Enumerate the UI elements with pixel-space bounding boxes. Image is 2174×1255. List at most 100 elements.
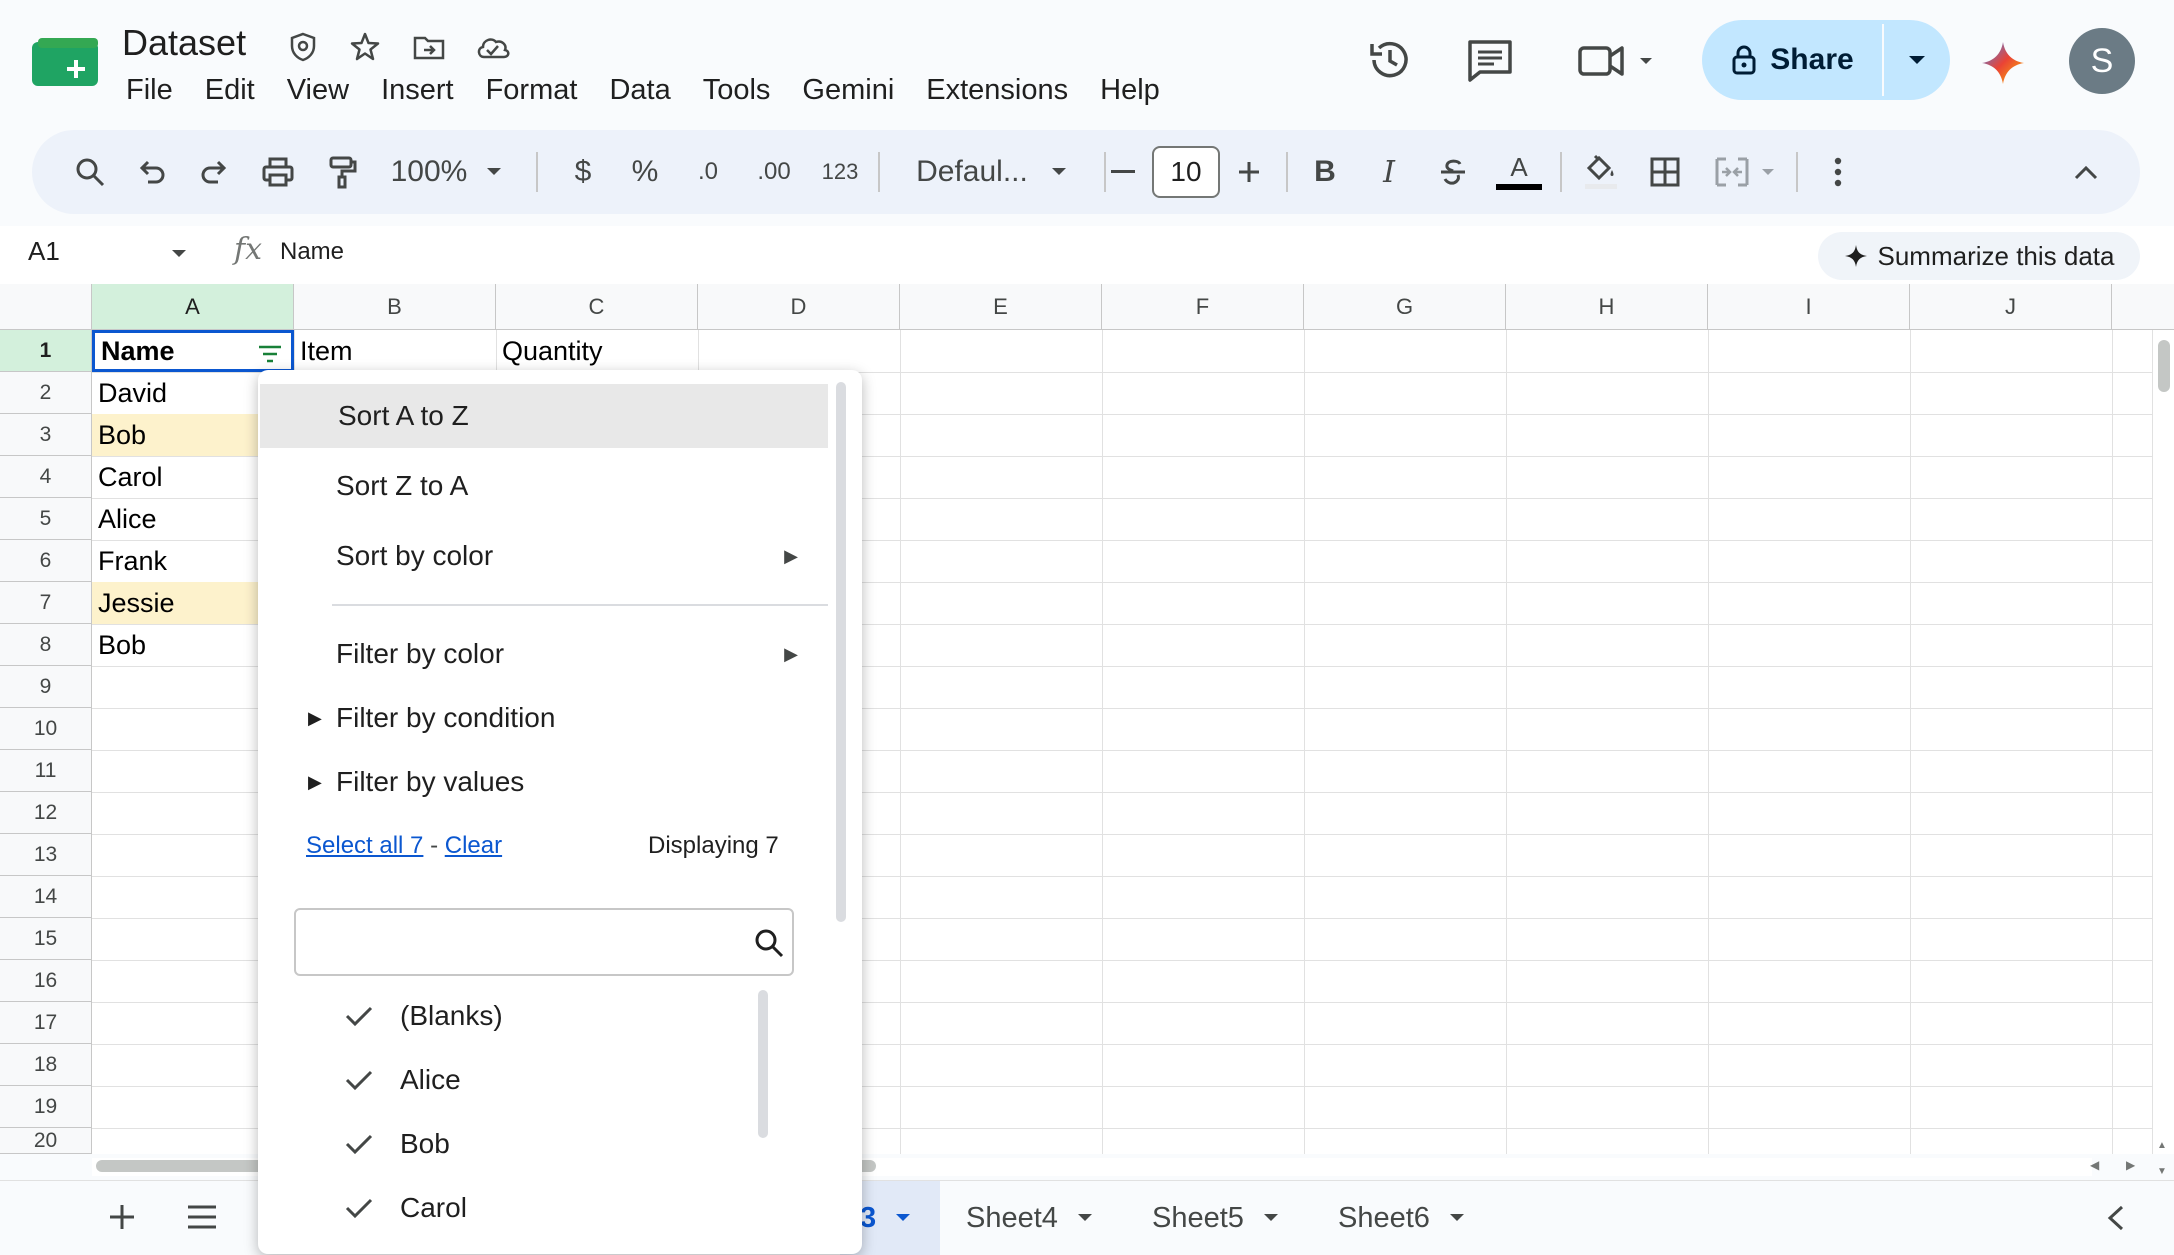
share-button[interactable]: Share [1702, 20, 1882, 100]
name-box[interactable]: A1 [28, 236, 60, 267]
move-folder-icon[interactable] [412, 30, 446, 64]
row-header-15[interactable]: 15 [0, 918, 92, 960]
cloud-saved-icon[interactable] [474, 30, 510, 64]
name-box-dropdown-icon[interactable] [170, 248, 188, 260]
merge-cells-button[interactable] [1702, 130, 1788, 214]
value-option-carol[interactable]: Carol [344, 1180, 467, 1236]
summarize-data-button[interactable]: Summarize this data [1818, 232, 2140, 280]
row-header-19[interactable]: 19 [0, 1086, 92, 1128]
shield-icon[interactable] [286, 30, 320, 64]
share-dropdown-button[interactable] [1884, 20, 1950, 100]
gemini-sparkle-icon[interactable] [1980, 40, 2026, 86]
strikethrough-button[interactable] [1426, 130, 1480, 214]
column-header-g[interactable]: G [1304, 284, 1506, 330]
row-header-2[interactable]: 2 [0, 372, 92, 414]
borders-button[interactable] [1636, 130, 1694, 214]
filter-icon[interactable] [257, 343, 283, 365]
row-header-20[interactable]: 20 [0, 1128, 92, 1154]
value-option-bob[interactable]: Bob [344, 1116, 450, 1172]
increase-font-size-button[interactable] [1224, 130, 1274, 214]
row-header-1[interactable]: 1 [0, 330, 92, 372]
values-list-scrollbar[interactable] [758, 990, 768, 1138]
row-header-13[interactable]: 13 [0, 834, 92, 876]
search-icon[interactable] [60, 130, 120, 214]
version-history-icon[interactable] [1364, 34, 1416, 86]
filter-by-values-item[interactable]: ▶ Filter by values [258, 750, 828, 814]
meet-camera-icon[interactable] [1574, 34, 1660, 86]
menu-gemini[interactable]: Gemini [786, 70, 910, 114]
scroll-left-arrow-icon[interactable]: ◀ [2090, 1158, 2099, 1172]
document-title[interactable]: Dataset [122, 22, 246, 64]
sheets-logo-icon[interactable] [32, 38, 102, 90]
row-header-8[interactable]: 8 [0, 624, 92, 666]
menu-view[interactable]: View [271, 70, 365, 114]
percent-format-button[interactable]: % [620, 130, 670, 214]
vertical-scrollbar[interactable]: ▲ ▼ [2152, 330, 2174, 1177]
filter-by-condition-item[interactable]: ▶ Filter by condition [258, 686, 828, 750]
decrease-font-size-button[interactable] [1098, 130, 1148, 214]
row-header-3[interactable]: 3 [0, 414, 92, 456]
fill-color-button[interactable] [1572, 130, 1630, 214]
row-header-18[interactable]: 18 [0, 1044, 92, 1086]
cell-a1[interactable]: Name [92, 330, 294, 372]
menu-data[interactable]: Data [593, 70, 686, 114]
menu-format[interactable]: Format [470, 70, 594, 114]
column-header-f[interactable]: F [1102, 284, 1304, 330]
redo-icon[interactable] [184, 130, 244, 214]
explore-collapse-icon[interactable] [2104, 1203, 2128, 1233]
row-header-17[interactable]: 17 [0, 1002, 92, 1044]
menu-tools[interactable]: Tools [687, 70, 787, 114]
star-icon[interactable] [348, 30, 382, 64]
menu-help[interactable]: Help [1084, 70, 1176, 114]
font-size-input[interactable]: 10 [1152, 146, 1220, 198]
column-header-c[interactable]: C [496, 284, 698, 330]
undo-icon[interactable] [122, 130, 182, 214]
clear-link[interactable]: Clear [445, 832, 502, 859]
collapse-menus-icon[interactable] [2056, 130, 2116, 214]
add-sheet-icon[interactable] [104, 1199, 140, 1235]
zoom-select[interactable]: 100% [382, 130, 512, 214]
row-header-10[interactable]: 10 [0, 708, 92, 750]
row-header-6[interactable]: 6 [0, 540, 92, 582]
more-options-icon[interactable] [1808, 130, 1868, 214]
formula-input[interactable]: Name [280, 238, 344, 266]
value-option-alice[interactable]: Alice [344, 1052, 461, 1108]
filter-values-search-input[interactable] [294, 908, 794, 976]
number-format-button[interactable]: 123 [812, 130, 868, 214]
row-header-7[interactable]: 7 [0, 582, 92, 624]
row-header-16[interactable]: 16 [0, 960, 92, 1002]
sheet-tab-sheet5[interactable]: Sheet5 [1132, 1181, 1300, 1255]
scroll-up-arrow-icon[interactable]: ▲ [2157, 1140, 2167, 1151]
select-all-link[interactable]: Select all 7 [306, 832, 423, 859]
cell-b1[interactable]: Item [294, 330, 496, 372]
value-option-blanks[interactable]: (Blanks) [344, 988, 503, 1044]
italic-button[interactable]: I [1362, 130, 1416, 214]
account-avatar[interactable]: S [2069, 28, 2135, 94]
bold-button[interactable]: B [1298, 130, 1352, 214]
menu-file[interactable]: File [110, 70, 189, 114]
filter-by-color-item[interactable]: Filter by color ▶ [258, 622, 828, 686]
scroll-right-arrow-icon[interactable]: ▶ [2126, 1158, 2135, 1172]
menu-edit[interactable]: Edit [189, 70, 271, 114]
scroll-down-arrow-icon[interactable]: ▼ [2157, 1166, 2167, 1177]
sheet-tab-sheet6[interactable]: Sheet6 [1318, 1181, 1486, 1255]
all-sheets-list-icon[interactable] [184, 1201, 220, 1233]
currency-format-button[interactable]: $ [558, 130, 608, 214]
column-header-d[interactable]: D [698, 284, 900, 330]
font-family-select[interactable]: Defaul... [892, 130, 1092, 214]
column-header-b[interactable]: B [294, 284, 496, 330]
menu-insert[interactable]: Insert [365, 70, 470, 114]
column-header-j[interactable]: J [1910, 284, 2112, 330]
sort-by-color-item[interactable]: Sort by color ▶ [258, 524, 828, 588]
menu-extensions[interactable]: Extensions [910, 70, 1084, 114]
column-header-a[interactable]: A [92, 284, 294, 330]
menu-scrollbar[interactable] [836, 382, 846, 922]
select-all-corner[interactable] [0, 284, 92, 330]
row-header-12[interactable]: 12 [0, 792, 92, 834]
column-header-h[interactable]: H [1506, 284, 1708, 330]
paint-format-icon[interactable] [312, 130, 372, 214]
comments-icon[interactable] [1464, 34, 1516, 86]
column-header-i[interactable]: I [1708, 284, 1910, 330]
print-icon[interactable] [248, 130, 308, 214]
increase-decimal-button[interactable]: .00 [744, 130, 804, 214]
